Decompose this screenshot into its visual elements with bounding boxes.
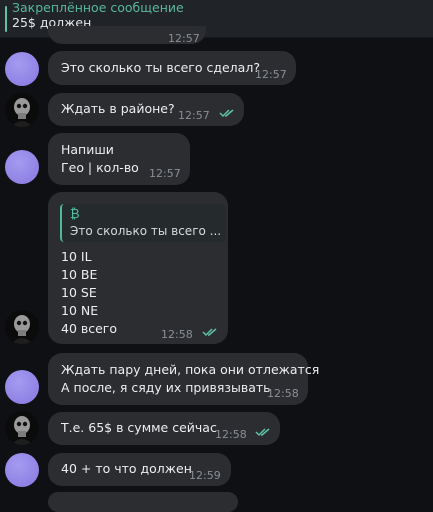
message-bubble[interactable]: Ждать в районе? 12:57: [48, 93, 244, 126]
skull-avatar-image: [5, 93, 39, 127]
message-time: 12:58: [161, 328, 193, 341]
message-bubble[interactable]: Ждать пару дней, пока они отлежатся А по…: [48, 353, 319, 405]
avatar[interactable]: [5, 411, 39, 445]
message-text-line: Гео | кол-во: [61, 160, 139, 175]
skull-avatar-image: [5, 310, 39, 344]
message-text-line: 10 SE: [61, 285, 97, 300]
message-text: Это сколько ты всего сделал?: [61, 60, 260, 75]
message-time: 12:58: [267, 387, 299, 400]
message-text-line: Напиши: [61, 142, 114, 157]
message-text-line: 10 IL: [61, 249, 92, 264]
message-time: 12:58: [215, 428, 247, 441]
message-time: 12:59: [189, 469, 221, 482]
message-bubble-partial[interactable]: [48, 492, 238, 512]
message-text: 40 + то что должен: [61, 461, 192, 476]
message-time: 12:57: [149, 167, 181, 180]
message-text-line: 40 всего: [61, 321, 118, 336]
message-bubble[interactable]: 40 + то что должен 12:59: [48, 453, 231, 486]
message-text-line: Ждать пару дней, пока они отлежатся: [61, 362, 320, 377]
message-time: 12:57: [168, 32, 200, 45]
double-check-icon: [202, 328, 217, 337]
pinned-bar-icon: [5, 6, 7, 32]
skull-avatar-image: [5, 411, 39, 445]
avatar[interactable]: [5, 150, 39, 184]
reply-quote[interactable]: ₿ Это сколько ты всего ...: [60, 204, 226, 242]
message-bubble[interactable]: Т.е. 65$ в сумме сейчас 12:58: [48, 412, 280, 445]
message-bubble-partial[interactable]: 12:57: [48, 26, 206, 45]
message-bubble[interactable]: Напиши Гео | кол-во 12:57: [48, 133, 190, 185]
avatar[interactable]: [5, 52, 39, 86]
message-text-line: А после, я сяду их привязывать: [61, 380, 271, 395]
message-bubble-reply[interactable]: ₿ Это сколько ты всего ... 10 IL 10 BE 1…: [48, 192, 228, 344]
message-text: Т.е. 65$ в сумме сейчас: [61, 420, 217, 435]
double-check-icon: [219, 109, 234, 118]
message-time: 12:57: [178, 109, 210, 122]
avatar[interactable]: [5, 93, 39, 127]
double-check-icon: [255, 428, 270, 437]
reply-quote-text: Это сколько ты всего ...: [70, 224, 222, 238]
message-time: 12:57: [255, 68, 287, 81]
message-text-line: 10 NE: [61, 303, 99, 318]
message-text: Ждать в районе?: [61, 101, 175, 116]
pinned-title: Закреплённое сообщение: [12, 0, 184, 15]
message-bubble[interactable]: Это сколько ты всего сделал? 12:57: [48, 51, 296, 85]
avatar[interactable]: [5, 310, 39, 344]
message-text-line: 10 BE: [61, 267, 98, 282]
avatar[interactable]: [5, 370, 39, 404]
avatar[interactable]: [5, 453, 39, 487]
